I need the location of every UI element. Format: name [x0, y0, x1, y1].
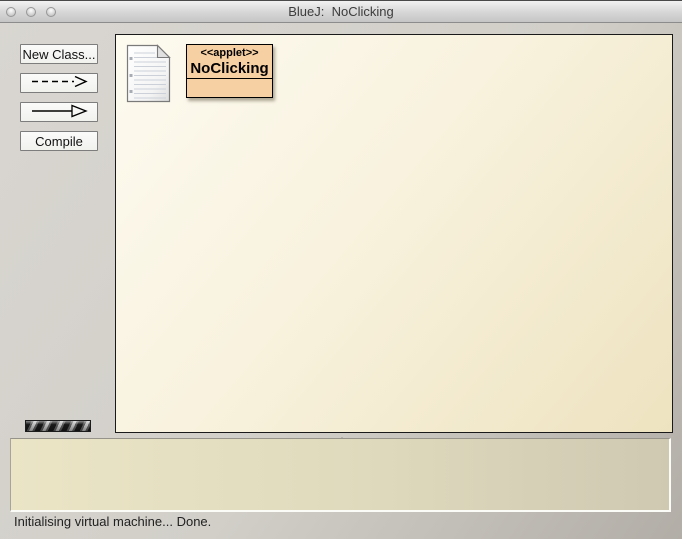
object-bench[interactable] — [10, 438, 671, 512]
class-box-header: <<applet>> NoClicking — [187, 45, 272, 79]
class-stereotype: <<applet>> — [187, 47, 272, 60]
uses-arrow-button[interactable] — [20, 73, 98, 93]
dashed-uses-arrow-icon — [30, 75, 88, 91]
class-diagram-canvas[interactable]: <<applet>> NoClicking — [115, 34, 673, 433]
window-title: BlueJ: NoClicking — [0, 4, 682, 19]
status-message: Initialising virtual machine... Done. — [14, 514, 211, 529]
inheritance-arrow-button[interactable] — [20, 102, 98, 122]
title-bar[interactable]: BlueJ: NoClicking — [0, 1, 682, 23]
vm-activity-indicator — [25, 420, 91, 432]
class-box-noclicking[interactable]: <<applet>> NoClicking — [186, 44, 273, 98]
new-class-button[interactable]: New Class... — [20, 44, 98, 64]
compile-button[interactable]: Compile — [20, 131, 98, 151]
class-name: NoClicking — [187, 60, 272, 77]
class-box-body — [187, 79, 272, 97]
divider-handle-icon[interactable] — [337, 430, 347, 437]
project-notes-icon[interactable] — [126, 44, 171, 103]
bluej-main-window: BlueJ: NoClicking New Class... Compile — [0, 0, 682, 539]
hollow-inheritance-arrow-icon — [30, 104, 88, 121]
